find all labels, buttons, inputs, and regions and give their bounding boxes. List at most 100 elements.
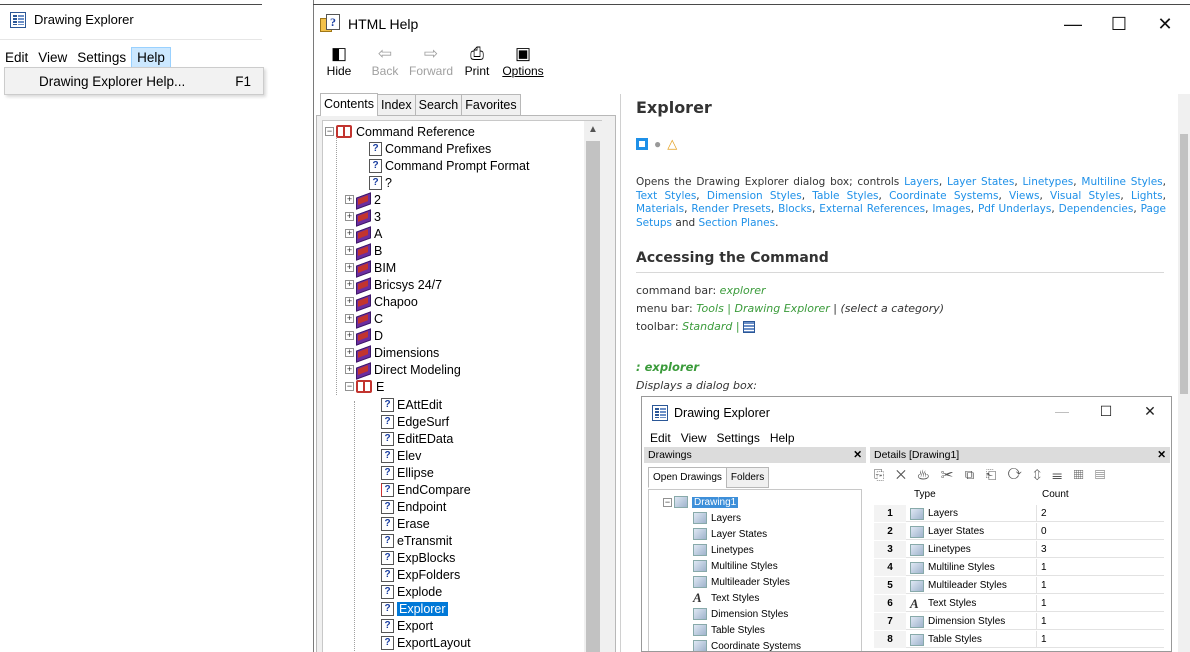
menu-settings[interactable]: Settings bbox=[72, 48, 131, 67]
scroll-thumb[interactable] bbox=[586, 141, 600, 652]
tree-node-command-reference[interactable]: − Command Reference bbox=[325, 123, 475, 140]
link-layer-states[interactable]: Layer States bbox=[947, 176, 1014, 188]
tree-node-e[interactable]: − E bbox=[345, 378, 384, 395]
expand-toggle[interactable]: + bbox=[345, 297, 354, 306]
tree-scrollbar[interactable]: ▲ bbox=[584, 121, 602, 652]
back-button[interactable]: ⇦ Back bbox=[362, 44, 408, 88]
maximize-button[interactable]: ☐ bbox=[1096, 10, 1142, 38]
expand-toggle[interactable]: + bbox=[345, 331, 354, 340]
print-button[interactable]: ⎙ Print bbox=[454, 44, 500, 88]
link-views[interactable]: Views bbox=[1009, 190, 1039, 202]
link-linetypes[interactable]: Linetypes bbox=[1022, 176, 1073, 188]
tree-book[interactable]: + C bbox=[345, 310, 383, 327]
tree-page[interactable]: ? Endpoint bbox=[381, 498, 446, 515]
tree-book[interactable]: + Direct Modeling bbox=[345, 361, 461, 378]
print-label: Print bbox=[464, 64, 490, 78]
tree-book[interactable]: + Dimensions bbox=[345, 344, 439, 361]
link-materials[interactable]: Materials bbox=[636, 203, 684, 215]
menu-item-drawing-explorer-help[interactable]: Drawing Explorer Help... F1 bbox=[4, 67, 264, 95]
expand-toggle[interactable]: + bbox=[345, 365, 354, 374]
link-dependencies[interactable]: Dependencies bbox=[1059, 203, 1134, 215]
expand-toggle[interactable]: + bbox=[345, 246, 354, 255]
link-render-presets[interactable]: Render Presets bbox=[691, 203, 771, 215]
tree-book[interactable]: + Chapoo bbox=[345, 293, 418, 310]
expand-toggle[interactable]: + bbox=[345, 314, 354, 323]
minimize-button[interactable]: — bbox=[1050, 10, 1096, 38]
tree-page[interactable]: ? EndCompare bbox=[381, 481, 471, 498]
collapse-toggle[interactable]: − bbox=[325, 127, 334, 136]
expand-toggle[interactable]: + bbox=[345, 280, 354, 289]
link-images[interactable]: Images bbox=[932, 203, 970, 215]
help-page-icon: ? bbox=[381, 618, 394, 633]
menu-view[interactable]: View bbox=[33, 48, 72, 67]
link-multiline-styles[interactable]: Multiline Styles bbox=[1081, 176, 1162, 188]
tree-page[interactable]: ? ExpBlocks bbox=[381, 549, 455, 566]
help-page-icon: ? bbox=[381, 499, 394, 514]
link-dimension-styles[interactable]: Dimension Styles bbox=[707, 190, 802, 202]
tree-page[interactable]: ? EAttEdit bbox=[381, 396, 442, 413]
tree-page[interactable]: ? Explode bbox=[381, 583, 442, 600]
scroll-thumb[interactable] bbox=[1180, 134, 1188, 394]
row-type-label: Multiline Styles bbox=[928, 562, 995, 573]
link-external-references[interactable]: External References bbox=[819, 203, 925, 215]
expand-toggle[interactable]: + bbox=[345, 195, 354, 204]
link-table-styles[interactable]: Table Styles bbox=[812, 190, 878, 202]
link-pdf-underlays[interactable]: Pdf Underlays bbox=[978, 203, 1051, 215]
tab-search[interactable]: Search bbox=[414, 94, 463, 115]
help-page-icon: ? bbox=[381, 431, 394, 446]
drawing-explorer-app-icon bbox=[10, 11, 26, 28]
tree-book[interactable]: + D bbox=[345, 327, 383, 344]
tree-page[interactable]: ? Command Prefixes bbox=[369, 140, 491, 157]
drawing-tree-label: Dimension Styles bbox=[711, 608, 789, 620]
content-scrollbar[interactable] bbox=[1178, 94, 1190, 652]
expand-toggle[interactable]: + bbox=[345, 348, 354, 357]
tree-book[interactable]: +2 bbox=[345, 191, 381, 208]
tree-book[interactable]: +3 bbox=[345, 208, 381, 225]
link-visual-styles[interactable]: Visual Styles bbox=[1050, 190, 1120, 202]
tree-book[interactable]: + BIM bbox=[345, 259, 396, 276]
tree-page[interactable]: ? Elev bbox=[381, 447, 421, 464]
tree-page[interactable]: ? Export bbox=[381, 617, 433, 634]
link-layers[interactable]: Layers bbox=[904, 176, 939, 188]
link-section-planes[interactable]: Section Planes bbox=[699, 217, 776, 229]
options-button[interactable]: ▣ Options bbox=[500, 44, 546, 88]
tree-page[interactable]: ?? bbox=[369, 174, 392, 191]
row-type: Linetypes bbox=[910, 541, 971, 558]
row-type: Multiline Styles bbox=[910, 559, 995, 576]
tree-page[interactable]: ? Ellipse bbox=[381, 464, 434, 481]
tree-page[interactable]: ? ExportLayout bbox=[381, 634, 471, 651]
expand-toggle[interactable]: + bbox=[345, 263, 354, 272]
link-text-styles[interactable]: Text Styles bbox=[636, 190, 696, 202]
expand-toggle[interactable]: + bbox=[345, 229, 354, 238]
tree-page-selected[interactable]: ? Explorer bbox=[381, 600, 448, 617]
tree-book[interactable]: + B bbox=[345, 242, 382, 259]
forward-button[interactable]: ⇨ Forward bbox=[408, 44, 454, 88]
tree-page[interactable]: ? ExpFolders bbox=[381, 566, 460, 583]
tree-book[interactable]: + A bbox=[345, 225, 382, 242]
tree-page[interactable]: ? eTransmit bbox=[381, 532, 452, 549]
tree-book[interactable]: + Bricsys 24/7 bbox=[345, 276, 442, 293]
tree-page[interactable]: ? EditEData bbox=[381, 430, 453, 447]
expand-toggle[interactable]: + bbox=[345, 212, 354, 221]
help-page-icon: ? bbox=[381, 397, 394, 412]
link-blocks[interactable]: Blocks bbox=[778, 203, 812, 215]
collapse-toggle[interactable]: − bbox=[345, 382, 354, 391]
hide-button[interactable]: ◧ Hide bbox=[316, 44, 362, 88]
table-row: 1 Layers 2 bbox=[874, 505, 1164, 522]
tab-favorites[interactable]: Favorites bbox=[461, 94, 521, 115]
tree-page[interactable]: ? Erase bbox=[381, 515, 430, 532]
menu-help[interactable]: Help bbox=[131, 46, 171, 68]
menu-edit[interactable]: Edit bbox=[0, 48, 33, 67]
tree-page[interactable]: ? EdgeSurf bbox=[381, 413, 449, 430]
options-label: Options bbox=[502, 64, 544, 78]
tree-page-label: Erase bbox=[397, 516, 430, 531]
tab-index[interactable]: Index bbox=[377, 94, 416, 115]
link-lights[interactable]: Lights bbox=[1131, 190, 1163, 202]
close-button[interactable]: ✕ bbox=[1142, 10, 1188, 38]
tree-page[interactable]: ? Command Prompt Format bbox=[369, 157, 529, 174]
and-text: and bbox=[675, 216, 696, 229]
scroll-up-icon[interactable]: ▲ bbox=[584, 121, 602, 139]
tab-contents[interactable]: Contents bbox=[320, 93, 379, 116]
link-coordinate-systems[interactable]: Coordinate Systems bbox=[889, 190, 998, 202]
command-name: : explorer bbox=[636, 360, 700, 374]
